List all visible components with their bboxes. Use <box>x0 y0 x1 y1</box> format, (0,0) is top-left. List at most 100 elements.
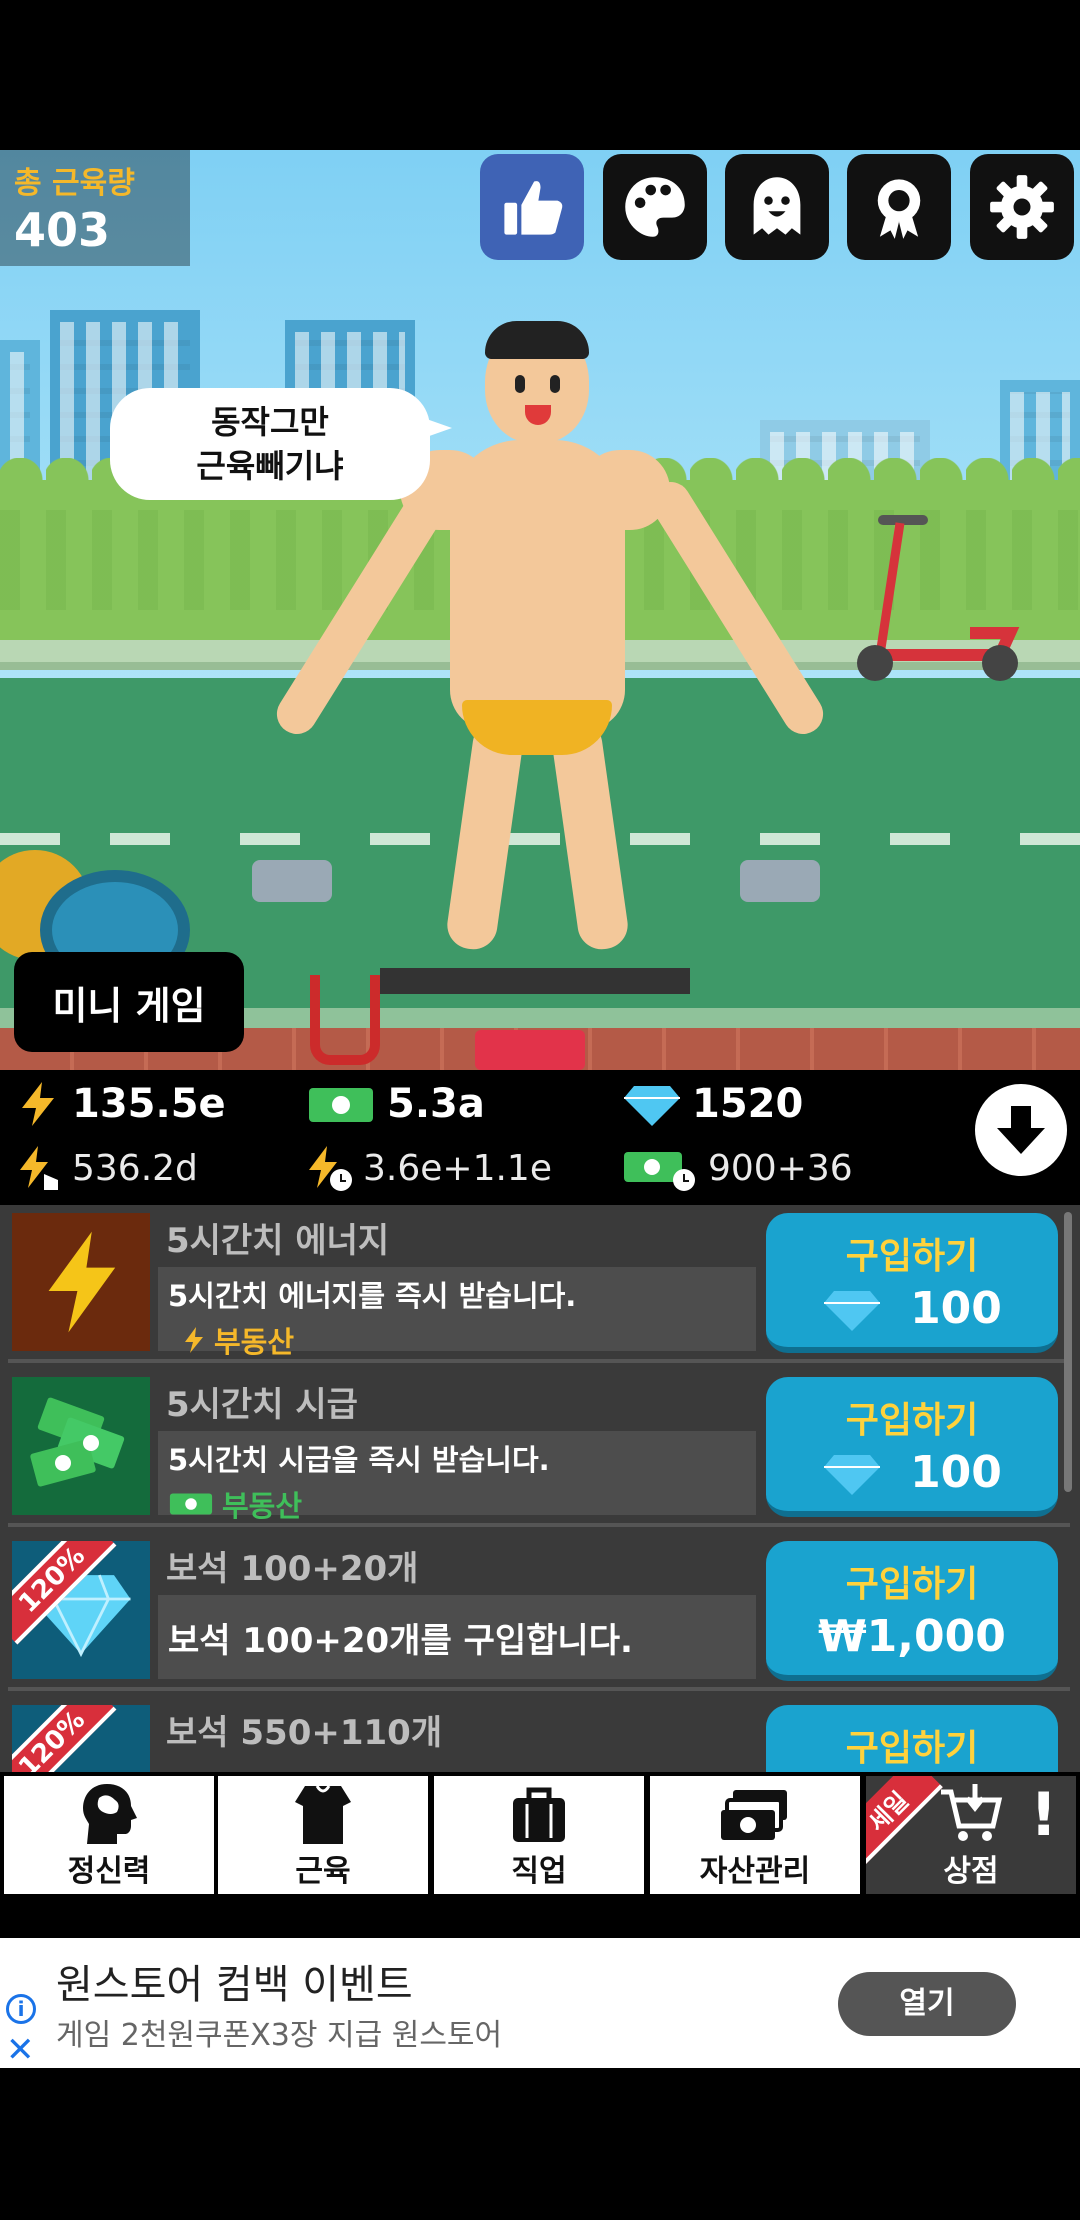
ghost-icon <box>753 177 801 235</box>
energy-value: 135.5e <box>72 1081 226 1127</box>
tab-job[interactable]: 직업 <box>434 1776 644 1894</box>
bonus-badge: 120% <box>12 1705 117 1773</box>
torso <box>450 440 625 730</box>
speech-line-1: 동작그만 <box>211 403 329 441</box>
badge-icon <box>877 179 921 239</box>
buy-price: ₩1,000 <box>766 1611 1058 1662</box>
floor-shadow-bar <box>380 968 690 994</box>
hair <box>485 321 589 359</box>
item-thumbnail: 120% <box>12 1705 150 1773</box>
price-value: 100 <box>910 1283 1002 1334</box>
tab-assets[interactable]: 자산관리 <box>650 1776 860 1894</box>
ad-banner[interactable]: i ✕ 원스토어 컴백 이벤트 게임 2천원쿠폰X3장 지급 원스토어 열기 <box>0 1938 1080 2070</box>
right-arm <box>643 474 831 742</box>
diamond-icon <box>624 1086 680 1126</box>
ad-title: 원스토어 컴백 이벤트 <box>56 1962 413 2008</box>
thumbs-up-icon <box>504 181 563 235</box>
character-button[interactable] <box>725 154 829 260</box>
buy-label: 구입하기 <box>845 1236 979 1277</box>
lightning-icon <box>185 1327 203 1353</box>
item-tag-label: 부동산 <box>214 1325 295 1359</box>
buy-button[interactable]: 구입하기 100 <box>766 1377 1058 1517</box>
diamond-icon <box>824 1454 881 1495</box>
like-button[interactable] <box>480 154 584 260</box>
shop-item-gems-660: 120% 보석 550+110개 구입하기 <box>8 1697 1070 1773</box>
scrollbar[interactable] <box>1064 1212 1072 1492</box>
price-value: 100 <box>910 1447 1002 1498</box>
collapse-button[interactable] <box>966 1075 1076 1185</box>
item-desc-box: 보석 100+20개를 구입합니다. <box>158 1595 756 1679</box>
buy-price: 100 <box>766 1283 1058 1334</box>
lightning-icon <box>48 1231 116 1333</box>
hand-gripper <box>310 975 380 1065</box>
item-thumbnail: 120% <box>12 1541 150 1679</box>
info-icon[interactable]: i <box>6 1994 36 2024</box>
shop-item-gems-120: 120% 보석 100+20개 보석 100+20개를 구입합니다. 구입하기 … <box>8 1533 1070 1691</box>
diamond-icon <box>824 1290 881 1331</box>
gem-stat: 1520 <box>622 1080 803 1128</box>
energy-stat: 135.5e <box>14 1080 226 1128</box>
brain-head-icon <box>83 1784 137 1844</box>
cash-icon <box>169 1493 213 1515</box>
item-desc: 5시간치 시급을 즉시 받습니다. <box>168 1443 550 1477</box>
game-scene[interactable]: 동작그만 근육빼기냐 <box>0 150 1080 1070</box>
total-muscle-label: 총 근육량 <box>14 166 135 201</box>
tab-label: 근육 <box>295 1854 351 1889</box>
tap-energy-value: 536.2d <box>72 1147 198 1189</box>
palette-button[interactable] <box>603 154 707 260</box>
ad-open-button[interactable]: 열기 <box>838 1972 1016 2036</box>
total-muscle-panel: 총 근육량 403 <box>0 150 190 266</box>
mini-game-button[interactable]: 미니 게임 <box>14 952 244 1052</box>
ad-subtitle: 게임 2천원쿠폰X3장 지급 원스토어 <box>56 2018 503 2053</box>
shop-list[interactable]: 5시간치 에너지 5시간치 에너지를 즉시 받습니다. 부동산 구입하기 100 <box>0 1205 1080 1773</box>
cash-rate-stat: 900+36 <box>622 1144 853 1192</box>
tab-muscle[interactable]: 근육 <box>218 1776 428 1894</box>
item-title: 5시간치 시급 <box>166 1385 358 1425</box>
eye <box>515 375 525 393</box>
cash-value: 5.3a <box>387 1081 485 1127</box>
tap-energy-stat: 536.2d <box>14 1144 198 1192</box>
item-title: 보석 100+20개 <box>166 1549 419 1589</box>
lightning-icon <box>22 1082 54 1126</box>
briefs <box>462 700 612 755</box>
palette-icon <box>625 177 685 237</box>
eye <box>550 375 560 393</box>
achievement-button[interactable] <box>847 154 951 260</box>
gear-icon <box>990 175 1054 239</box>
buy-price: 100 <box>766 1447 1058 1498</box>
item-thumbnail <box>12 1377 150 1515</box>
close-icon[interactable]: ✕ <box>6 2030 35 2070</box>
price-value: ₩1,000 <box>818 1611 1006 1662</box>
speech-line-2: 근육빼기냐 <box>196 447 344 485</box>
speech-bubble: 동작그만 근육빼기냐 <box>110 388 452 500</box>
tab-mental[interactable]: 정신력 <box>4 1776 214 1894</box>
buy-button[interactable]: 구입하기 ₩1,000 <box>766 1541 1058 1681</box>
shop-item-energy: 5시간치 에너지 5시간치 에너지를 즉시 받습니다. 부동산 구입하기 100 <box>8 1205 1070 1363</box>
dumbbell-right <box>740 860 820 902</box>
buy-button[interactable]: 구입하기 100 <box>766 1213 1058 1353</box>
buy-label: 구입하기 <box>845 1564 979 1605</box>
item-tag: 부동산 <box>168 1483 746 1525</box>
settings-button[interactable] <box>970 154 1074 260</box>
money-stack-icon <box>721 1790 787 1840</box>
buy-label: 구입하기 <box>845 1728 979 1769</box>
energy-rate-stat: 3.6e+1.1e <box>305 1144 552 1192</box>
shop-item-wage: 5시간치 시급 5시간치 시급을 즉시 받습니다. 부동산 구입하기 100 <box>8 1369 1070 1527</box>
briefcase-icon <box>513 1787 565 1842</box>
cash-icon <box>309 1088 373 1122</box>
lightning-clock-icon <box>309 1146 352 1191</box>
energy-rate-value: 3.6e+1.1e <box>363 1147 552 1189</box>
item-desc: 보석 100+20개를 구입합니다. <box>168 1620 633 1661</box>
red-dumbbell <box>475 1030 585 1070</box>
bottom-nav: 정신력 근육 직업 자산관리 세일 상점 <box>0 1772 1080 1896</box>
item-title: 5시간치 에너지 <box>166 1221 390 1261</box>
buy-button[interactable]: 구입하기 <box>766 1705 1058 1773</box>
tab-label: 상점 <box>943 1854 999 1889</box>
shirt-icon <box>295 1785 351 1844</box>
lightning-tap-icon <box>20 1146 58 1190</box>
item-desc-box: 5시간치 에너지를 즉시 받습니다. 부동산 <box>158 1267 756 1359</box>
total-muscle-value: 403 <box>14 203 111 257</box>
arrow-down-icon <box>997 1106 1045 1154</box>
item-desc: 5시간치 에너지를 즉시 받습니다. <box>168 1279 577 1313</box>
cash-rate-value: 900+36 <box>708 1147 853 1189</box>
